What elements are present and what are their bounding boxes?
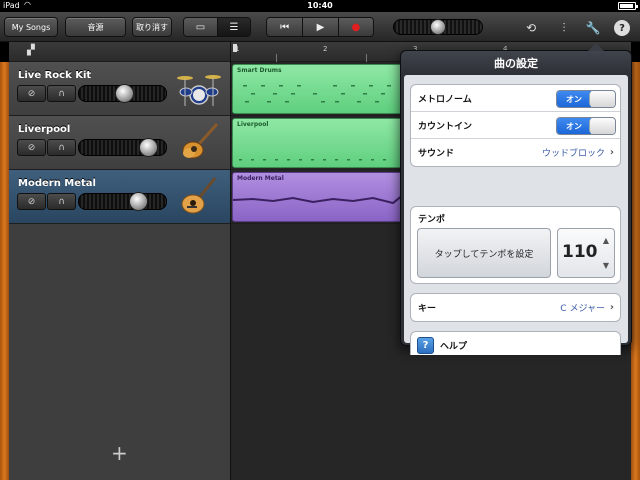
tempo-stepper[interactable]: 110 ▲ ▼	[557, 228, 615, 278]
electric-guitar-icon	[181, 177, 217, 214]
help-row[interactable]: ? ヘルプ	[411, 332, 620, 355]
status-bar: iPad ◠ 10:40	[0, 0, 640, 12]
key-value: C メジャー	[560, 304, 605, 314]
mute-button[interactable]: ⊘	[17, 85, 46, 102]
toggle-on-label: オン	[557, 118, 591, 134]
tempo-value: 110	[562, 242, 598, 262]
headphones-icon[interactable]: ∩	[47, 85, 76, 102]
tap-tempo-button[interactable]: タップしてテンポを設定	[417, 228, 551, 278]
count-in-row: カウントイン オン	[411, 112, 620, 139]
sound-label: サウンド	[418, 149, 455, 159]
sound-value: ウッドブロック	[541, 149, 605, 159]
track-volume-knob[interactable]	[139, 138, 158, 157]
playhead[interactable]	[233, 44, 237, 52]
mixer-icon[interactable]: ⫶	[556, 20, 572, 36]
tempo-up-icon[interactable]: ▲	[603, 236, 609, 245]
undo-button[interactable]: 取り消す	[132, 17, 172, 37]
track-header[interactable]: Modern Metal ⊘ ∩	[9, 170, 230, 224]
tracks-view-icon[interactable]: ☰	[216, 18, 250, 36]
tempo-label: テンポ	[418, 215, 446, 225]
drum-kit-icon	[177, 75, 221, 106]
track-name: Liverpool	[18, 124, 71, 135]
metronome-label: メトロノーム	[418, 94, 472, 105]
mute-button[interactable]: ⊘	[17, 193, 46, 210]
key-group: キー C メジャー ›	[410, 293, 621, 322]
master-volume-slider[interactable]	[393, 19, 483, 35]
add-track-icon[interactable]: ▞	[27, 45, 41, 57]
help-icon[interactable]: ?	[614, 20, 630, 36]
track-header-strip: ▞	[9, 42, 230, 62]
toggle-thumb	[589, 118, 615, 134]
master-volume-knob[interactable]	[430, 19, 446, 35]
record-icon[interactable]: ●	[337, 18, 373, 36]
status-time: 10:40	[307, 1, 333, 10]
track-header[interactable]: Live Rock Kit ⊘ ∩	[9, 62, 230, 116]
count-in-toggle[interactable]: オン	[556, 117, 616, 135]
key-row[interactable]: キー C メジャー ›	[411, 294, 620, 321]
chevron-right-icon: ›	[609, 302, 614, 313]
key-label: キー	[418, 304, 437, 314]
bass-guitar-icon	[182, 122, 219, 159]
loop-icon[interactable]: ⟲	[523, 20, 539, 36]
song-settings-popover: 曲の設定 メトロノーム オン カウントイン オン サウンド ウッドブロック › …	[400, 43, 632, 355]
wood-panel-right	[631, 62, 640, 480]
help-book-icon: ?	[417, 337, 434, 354]
track-name: Live Rock Kit	[18, 70, 92, 81]
instrument-view-icon[interactable]: ▭	[184, 18, 217, 36]
mute-button[interactable]: ⊘	[17, 139, 46, 156]
play-icon[interactable]: ▶	[302, 18, 338, 36]
settings-group-metronome: メトロノーム オン カウントイン オン サウンド ウッドブロック ›	[410, 84, 621, 167]
wood-panel-left	[0, 62, 9, 480]
headphones-icon[interactable]: ∩	[47, 193, 76, 210]
popover-title: 曲の設定	[401, 51, 631, 75]
toggle-on-label: オン	[557, 91, 591, 107]
track-name: Modern Metal	[18, 178, 96, 189]
my-songs-button[interactable]: My Songs	[4, 17, 58, 37]
view-toggle: ▭ ☰	[183, 17, 251, 37]
popover-arrow	[588, 43, 604, 51]
transport-controls: ⏮ ▶ ●	[266, 17, 374, 37]
battery-icon	[618, 2, 638, 10]
sound-row[interactable]: サウンド ウッドブロック ›	[411, 139, 620, 166]
track-volume-slider[interactable]	[78, 192, 167, 211]
chevron-right-icon: ›	[609, 147, 614, 158]
track-volume-slider[interactable]	[78, 138, 167, 157]
add-track-button[interactable]: +	[111, 441, 128, 465]
wrench-icon[interactable]: 🔧	[585, 20, 601, 36]
headphones-icon[interactable]: ∩	[47, 139, 76, 156]
rewind-icon[interactable]: ⏮	[267, 18, 303, 36]
help-group: ? ヘルプ	[410, 331, 621, 355]
metronome-row: メトロノーム オン	[411, 85, 620, 112]
toggle-thumb	[589, 91, 615, 107]
track-volume-knob[interactable]	[129, 192, 148, 211]
metronome-toggle[interactable]: オン	[556, 90, 616, 108]
tempo-down-icon[interactable]: ▼	[603, 261, 609, 270]
count-in-label: カウントイン	[418, 121, 473, 132]
help-label: ヘルプ	[440, 342, 468, 352]
popover-content: メトロノーム オン カウントイン オン サウンド ウッドブロック › テンポ タ…	[404, 75, 628, 355]
ruler-mark: 2	[323, 45, 328, 53]
track-header[interactable]: Liverpool ⊘ ∩	[9, 116, 230, 170]
top-toolbar: My Songs 音源 取り消す ▭ ☰ ⏮ ▶ ● ⟲ ⫶ 🔧 ?	[0, 12, 640, 42]
instrument-button[interactable]: 音源	[65, 17, 126, 37]
tempo-group: テンポ タップしてテンポを設定 110 ▲ ▼	[410, 206, 621, 284]
track-volume-knob[interactable]	[115, 84, 134, 103]
track-volume-slider[interactable]	[78, 84, 167, 103]
